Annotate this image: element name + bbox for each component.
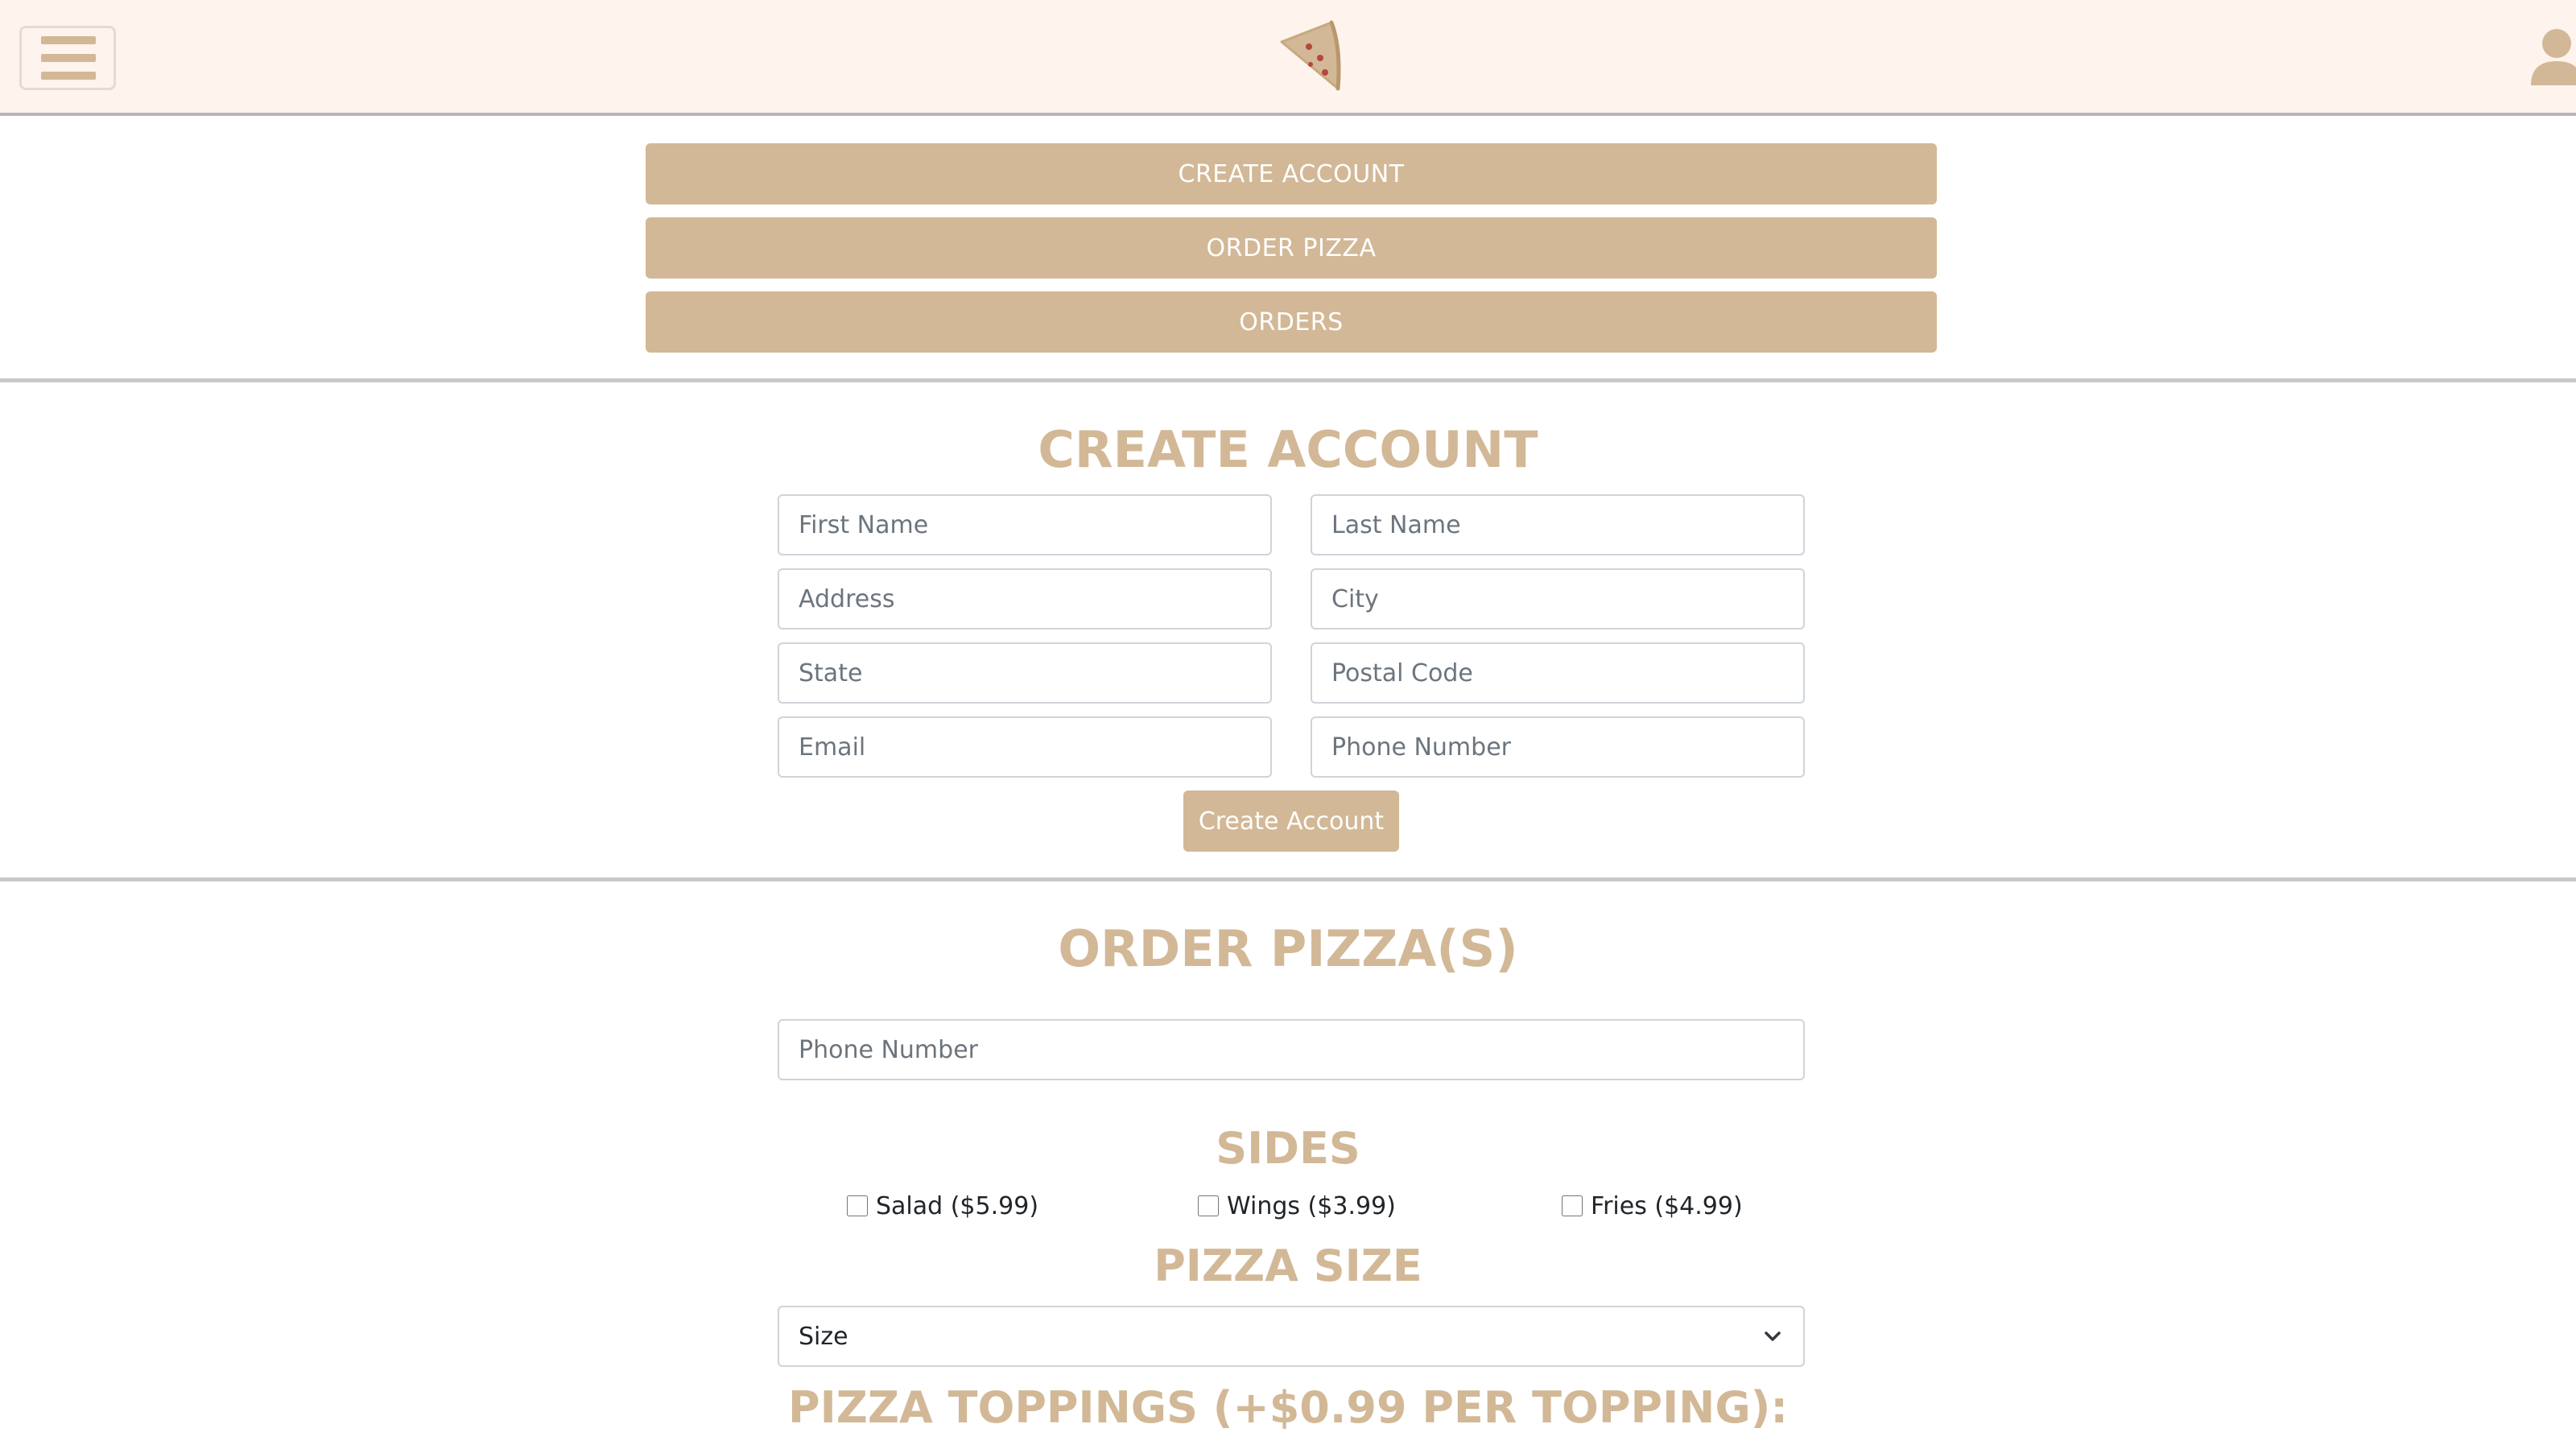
pizza-slice-icon[interactable] [1277,19,1351,97]
email-field[interactable] [778,716,1272,778]
first-name-field[interactable] [778,494,1272,555]
postal-code-field[interactable] [1311,642,1805,704]
salad-checkbox[interactable] [847,1195,868,1216]
section-divider [0,378,2576,382]
hamburger-menu-button[interactable] [19,26,116,90]
side-option-label: Salad ($5.99) [876,1191,1039,1220]
create-account-title: CREATE ACCOUNT [1038,420,1538,479]
state-field[interactable] [778,642,1272,704]
menu-line-icon [41,54,96,62]
nav-orders-button[interactable]: ORDERS [646,291,1937,353]
side-option-salad[interactable]: Salad ($5.99) [847,1190,1038,1222]
city-field[interactable] [1311,568,1805,630]
last-name-field[interactable] [1311,494,1805,555]
fries-checkbox[interactable] [1562,1195,1583,1216]
order-pizza-title: ORDER PIZZA(S) [1058,919,1518,978]
address-field[interactable] [778,568,1272,630]
menu-line-icon [41,72,96,80]
create-account-button[interactable]: Create Account [1183,791,1399,852]
chevron-down-icon [1765,1331,1781,1341]
order-phone-number-field[interactable] [778,1019,1805,1080]
wings-checkbox[interactable] [1198,1195,1219,1216]
section-divider [0,877,2576,881]
header-bar [0,0,2576,116]
user-icon[interactable] [2528,26,2576,85]
pizza-size-select[interactable]: Size [778,1306,1805,1367]
nav-create-account-button[interactable]: CREATE ACCOUNT [646,143,1937,204]
pizza-toppings-title: PIZZA TOPPINGS (+$0.99 PER TOPPING): [788,1382,1788,1433]
sides-title: SIDES [1216,1123,1360,1174]
side-option-label: Fries ($4.99) [1591,1191,1743,1220]
side-option-wings[interactable]: Wings ($3.99) [1198,1190,1396,1222]
nav-order-pizza-button[interactable]: ORDER PIZZA [646,217,1937,279]
pizza-size-title: PIZZA SIZE [1154,1241,1422,1291]
side-option-fries[interactable]: Fries ($4.99) [1562,1190,1743,1222]
menu-line-icon [41,36,96,44]
phone-number-field[interactable] [1311,716,1805,778]
side-option-label: Wings ($3.99) [1227,1191,1396,1220]
pizza-size-value: Size [799,1322,848,1351]
